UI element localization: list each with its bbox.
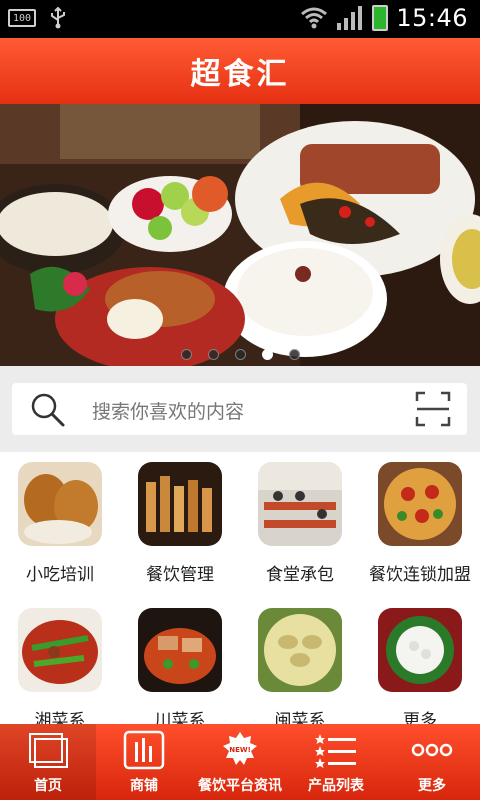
category-image [138, 462, 222, 546]
category-snack-training[interactable]: 小吃培训 [0, 452, 120, 594]
status-bar: 100 15:46 [0, 0, 480, 38]
category-grid: 小吃培训 餐饮管理 食堂承包 餐饮连锁加盟 湘菜系 川菜系 闽菜系 更多 [0, 452, 480, 731]
category-fujian-cuisine[interactable]: 闽菜系 [240, 598, 360, 740]
nav-shop[interactable]: 商铺 [96, 724, 192, 800]
battery-level-icon: 100 [8, 9, 36, 27]
app-header: 超食汇 [0, 38, 480, 104]
product-list-icon [315, 734, 356, 768]
category-label: 小吃培训 [26, 565, 94, 585]
category-label: 餐饮管理 [146, 565, 214, 585]
category-label: 食堂承包 [266, 565, 334, 585]
nav-news[interactable]: NEW! 餐饮平台资讯 [192, 724, 288, 800]
search-area: 搜索你喜欢的内容 [0, 366, 480, 452]
nav-more[interactable]: 更多 [384, 724, 480, 800]
nav-home[interactable]: 首页 [0, 724, 96, 800]
battery-icon [372, 5, 389, 31]
banner-food-image [0, 104, 480, 366]
category-hunan-cuisine[interactable]: 湘菜系 [0, 598, 120, 740]
search-icon [31, 393, 65, 427]
signal-icon [337, 6, 363, 30]
carousel-dot[interactable] [180, 349, 192, 360]
search-input[interactable]: 搜索你喜欢的内容 [12, 383, 467, 435]
category-image [258, 608, 342, 692]
category-sichuan-cuisine[interactable]: 川菜系 [120, 598, 240, 740]
home-icon [29, 733, 68, 768]
category-canteen-contracting[interactable]: 食堂承包 [240, 452, 360, 594]
category-image [378, 462, 462, 546]
category-image [18, 608, 102, 692]
app-title: 超食汇 [190, 57, 290, 92]
more-icon [411, 743, 453, 757]
category-image [18, 462, 102, 546]
category-image [258, 462, 342, 546]
carousel-indicator [0, 349, 480, 360]
nav-product-list[interactable]: 产品列表 [288, 724, 384, 800]
nav-label: 更多 [418, 778, 446, 794]
wifi-icon [301, 7, 328, 29]
nav-label: 商铺 [130, 778, 158, 794]
category-image [378, 608, 462, 692]
clock-time: 15:46 [396, 4, 468, 32]
banner-carousel[interactable] [0, 104, 480, 366]
nav-label: 产品列表 [308, 778, 364, 794]
carousel-dot-active[interactable] [261, 349, 273, 360]
shop-icon [123, 730, 165, 770]
category-more[interactable]: 更多 [360, 598, 480, 740]
usb-icon [51, 7, 65, 29]
category-label: 餐饮连锁加盟 [369, 565, 471, 585]
nav-label: 餐饮平台资讯 [198, 778, 282, 794]
bottom-navigation: 首页 商铺 NEW! 餐饮平台资讯 产品列表 更多 [0, 724, 480, 800]
category-catering-management[interactable]: 餐饮管理 [120, 452, 240, 594]
news-badge: NEW! [229, 746, 251, 754]
scan-icon[interactable] [415, 391, 451, 427]
news-icon: NEW! [223, 732, 257, 765]
carousel-dot[interactable] [288, 349, 300, 360]
category-image [138, 608, 222, 692]
category-chain-franchise[interactable]: 餐饮连锁加盟 [360, 452, 480, 594]
carousel-dot[interactable] [207, 349, 219, 360]
carousel-dot[interactable] [234, 349, 246, 360]
nav-label: 首页 [34, 778, 62, 794]
search-placeholder: 搜索你喜欢的内容 [92, 401, 245, 423]
